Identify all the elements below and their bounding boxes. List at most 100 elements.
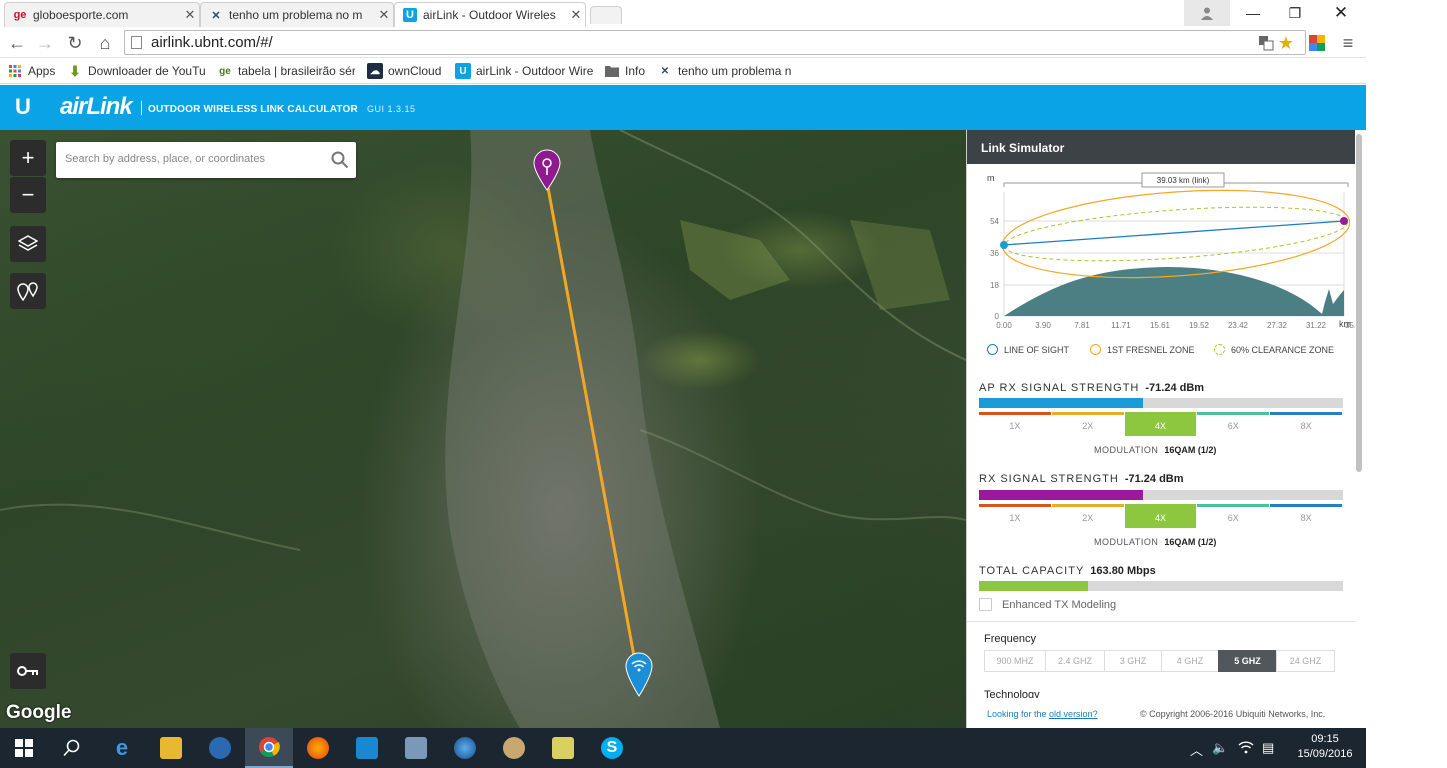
tab-globoesporte[interactable]: ge globoesporte.com ✕ xyxy=(4,2,200,27)
key-icon xyxy=(17,666,38,676)
taskbar-app-3[interactable] xyxy=(539,728,587,768)
modulation-step-8x: 8X xyxy=(1270,412,1342,436)
bookmark-owncloud[interactable]: ☁ ownCloud xyxy=(367,62,447,80)
rx-signal-fill xyxy=(979,490,1143,500)
app-header: U airLink OUTDOOR WIRELESS LINK CALCULAT… xyxy=(0,85,1366,130)
apps-grid-icon xyxy=(7,63,23,79)
taskbar-app-2[interactable] xyxy=(392,728,440,768)
modulation-step-color xyxy=(1270,504,1342,507)
address-bar[interactable]: airlink.ubnt.com/#/ xyxy=(124,30,1306,55)
tab-tenho-um-problema[interactable]: ✕ tenho um problema no m ✕ xyxy=(200,2,394,27)
close-icon[interactable]: ✕ xyxy=(181,7,199,23)
tab-label: tenho um problema no m xyxy=(229,8,363,22)
volume-icon[interactable]: 🔈 xyxy=(1212,740,1228,756)
profile-icon[interactable] xyxy=(1184,0,1230,26)
old-version-link[interactable]: old version? xyxy=(1049,709,1098,719)
tray-chevron-icon[interactable]: ︿ xyxy=(1190,740,1203,759)
modulation-step-color xyxy=(1197,412,1270,415)
close-icon[interactable]: ✕ xyxy=(375,7,393,23)
taskbar-clock[interactable]: 09:15 15/09/2016 xyxy=(1290,732,1360,762)
ap-endpoint[interactable] xyxy=(1340,217,1348,225)
zoom-in-button[interactable]: + xyxy=(10,140,46,176)
ap-marker-icon[interactable] xyxy=(532,148,562,192)
key-button[interactable] xyxy=(10,653,46,689)
home-button[interactable]: ⌂ xyxy=(93,31,117,55)
copyright: © Copyright 2006-2016 Ubiquiti Networks,… xyxy=(1140,709,1326,719)
frequency-24-ghz[interactable]: 24 GHZ xyxy=(1276,650,1335,672)
skype-icon: S xyxy=(601,737,623,759)
taskbar-skype[interactable]: S xyxy=(588,728,636,768)
download-arrow-icon: ⬇ xyxy=(69,62,81,79)
bookmark-star-icon[interactable]: ★ xyxy=(1274,31,1298,55)
modulation-step-6x: 6X xyxy=(1197,412,1270,436)
modulation-step-label: 8X xyxy=(1300,421,1312,431)
ubiquiti-favicon-icon: U xyxy=(403,8,417,22)
taskbar-chrome[interactable] xyxy=(245,728,293,768)
reload-button[interactable]: ↻ xyxy=(63,31,87,55)
panel-scrollbar[interactable] xyxy=(1356,134,1362,472)
map-search-input[interactable] xyxy=(56,142,316,176)
firefox-icon xyxy=(307,737,329,759)
frequency-3-ghz[interactable]: 3 GHZ xyxy=(1104,650,1162,672)
extension-icon[interactable] xyxy=(1305,31,1329,55)
bookmark-downloader[interactable]: ⬇ Downloader de YouTu xyxy=(67,62,205,80)
search-taskbar-button[interactable] xyxy=(48,728,96,768)
bookmark-airlink[interactable]: U airLink - Outdoor Wire xyxy=(455,62,593,80)
taskbar-firefox[interactable] xyxy=(294,728,342,768)
edge-icon: e xyxy=(115,735,129,760)
bookmark-tenho-um-problema[interactable]: ✕ tenho um problema n xyxy=(657,62,797,80)
station-endpoint[interactable] xyxy=(1000,241,1008,249)
minimize-button[interactable]: — xyxy=(1230,0,1276,26)
modulation-step-color xyxy=(1051,412,1124,415)
airlink-logo[interactable]: airLink xyxy=(60,93,133,121)
taskbar-file-explorer[interactable] xyxy=(147,728,195,768)
bookmark-info[interactable]: Info xyxy=(604,62,650,80)
close-icon[interactable]: ✕ xyxy=(567,7,585,23)
rx-modulation-scale: 1X 2X 4X 6X 8X xyxy=(979,504,1343,528)
chart-x-ticks: 0.00 3.90 7.81 11.71 15.61 19.52 23.42 27.32 31.… xyxy=(996,321,1355,330)
modulation-step-label: 2X xyxy=(1082,421,1094,431)
taskbar-app[interactable] xyxy=(196,728,244,768)
taskbar-google-earth[interactable] xyxy=(441,728,489,768)
frequency-5-ghz[interactable]: 5 GHZ xyxy=(1218,650,1277,672)
taskbar-store[interactable] xyxy=(343,728,391,768)
frequency-4-ghz[interactable]: 4 GHZ xyxy=(1161,650,1219,672)
zoom-out-button[interactable]: − xyxy=(10,177,46,213)
bookmark-label: Downloader de YouTu xyxy=(88,64,205,78)
forward-button[interactable]: → xyxy=(33,31,57,55)
enhanced-tx-option[interactable]: Enhanced TX Modeling xyxy=(979,598,1116,611)
ubiquiti-logo[interactable]: U xyxy=(15,94,31,120)
ap-rx-modulation-label: MODULATION 16QAM (1/2) xyxy=(1094,445,1216,455)
notifications-icon[interactable]: ▤ xyxy=(1262,740,1274,756)
ap-rx-signal-value: -71.24 dBm xyxy=(1145,382,1205,394)
rx-signal-value: -71.24 dBm xyxy=(1124,473,1184,485)
map-icon xyxy=(552,737,574,759)
frequency-900-mhz[interactable]: 900 MHZ xyxy=(984,650,1046,672)
menu-icon[interactable]: ≡ xyxy=(1336,31,1360,55)
taskbar-edge[interactable]: e xyxy=(98,728,146,768)
restore-button[interactable]: ❐ xyxy=(1272,0,1318,26)
start-button[interactable] xyxy=(0,728,48,768)
station-marker-icon[interactable] xyxy=(624,650,654,698)
tab-airlink[interactable]: U airLink - Outdoor Wireles ✕ xyxy=(394,2,586,27)
app-icon xyxy=(209,737,231,759)
bookmark-tabela[interactable]: ge tabela | brasileirão sér xyxy=(217,62,355,80)
markers-button[interactable] xyxy=(10,273,46,309)
elevation-profile-chart: m km 5436180 0.00 3.90 7.81 11.71 15.61 19.52… xyxy=(987,172,1355,330)
total-capacity-label: TOTAL CAPACITY 163.80 Mbps xyxy=(979,565,1156,577)
wifi-icon[interactable] xyxy=(1238,740,1254,757)
bookmark-apps[interactable]: Apps xyxy=(7,62,59,80)
taskbar-paint[interactable] xyxy=(490,728,538,768)
frequency-2-4-ghz[interactable]: 2.4 GHZ xyxy=(1045,650,1105,672)
enhanced-tx-checkbox[interactable] xyxy=(979,598,992,611)
satellite-map[interactable]: + − Google xyxy=(0,130,966,728)
modulation-step-color xyxy=(979,412,1051,415)
new-tab-button[interactable] xyxy=(590,6,622,24)
layers-button[interactable] xyxy=(10,226,46,262)
close-window-button[interactable]: ✕ xyxy=(1318,0,1364,26)
store-icon xyxy=(356,737,378,759)
search-icon[interactable] xyxy=(331,151,349,169)
ap-rx-signal-bar xyxy=(979,398,1343,408)
back-button[interactable]: ← xyxy=(5,31,29,55)
enhanced-tx-label: Enhanced TX Modeling xyxy=(1002,598,1117,611)
